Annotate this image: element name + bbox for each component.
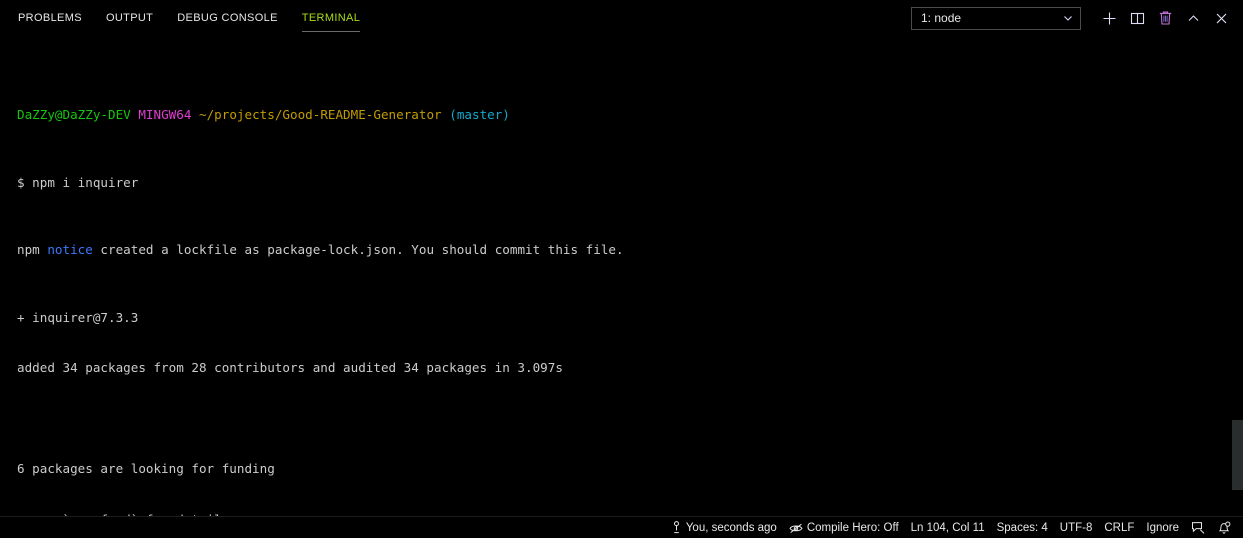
prompt-shell: MINGW64 (138, 107, 192, 123)
prompt-branch: (master) (449, 107, 510, 123)
git-blame-status[interactable]: You, seconds ago (665, 517, 783, 538)
status-bar: You, seconds ago Compile Hero: Off Ln 10… (0, 516, 1243, 538)
tab-debug-console-label: DEBUG CONSOLE (177, 12, 278, 24)
compile-hero-status[interactable]: Compile Hero: Off (783, 517, 905, 538)
tab-output-label: OUTPUT (105, 12, 154, 24)
feedback-status[interactable] (1185, 517, 1211, 538)
npm-notice-keyword: notice (47, 242, 93, 258)
tab-problems[interactable]: PROBLEMS (18, 0, 82, 36)
tab-terminal[interactable]: TERMINAL (301, 0, 361, 36)
chevron-up-icon (1186, 11, 1201, 26)
new-terminal-button[interactable] (1095, 4, 1123, 32)
encoding-status[interactable]: UTF-8 (1054, 517, 1099, 538)
terminal-npm-notice-line: npm notice created a lockfile as package… (17, 242, 1243, 259)
person-icon (671, 521, 682, 534)
plus-icon (1102, 11, 1117, 26)
tab-terminal-label: TERMINAL (301, 12, 361, 24)
terminal-funding-line: 6 packages are looking for funding (17, 461, 275, 477)
terminal-prompt-line: DaZZy@DaZZy-DEV MINGW64 ~/projects/Good-… (17, 107, 1243, 124)
terminal-blank-line-1 (17, 411, 1243, 428)
terminal-command-npm-install: $ npm i inquirer (17, 174, 139, 190)
tab-problems-label: PROBLEMS (18, 12, 82, 24)
notifications-status[interactable] (1211, 517, 1237, 538)
encoding-label: UTF-8 (1059, 521, 1093, 534)
indentation-status[interactable]: Spaces: 4 (991, 517, 1054, 538)
vscode-panel: PROBLEMS OUTPUT DEBUG CONSOLE TERMINAL 1… (0, 0, 1243, 538)
terminal-selector-dropdown[interactable]: 1: node (911, 6, 1081, 30)
panel-tab-list: PROBLEMS OUTPUT DEBUG CONSOLE TERMINAL (18, 0, 384, 36)
cursor-position-status[interactable]: Ln 104, Col 11 (905, 517, 991, 538)
npm-notice-prefix: npm (17, 242, 48, 258)
kill-terminal-button[interactable] (1151, 4, 1179, 32)
indentation-label: Spaces: 4 (996, 521, 1048, 534)
feedback-icon (1191, 521, 1205, 534)
terminal-output-area[interactable]: DaZZy@DaZZy-DEV MINGW64 ~/projects/Good-… (0, 36, 1243, 516)
git-blame-label: You, seconds ago (685, 521, 777, 534)
close-panel-button[interactable] (1207, 4, 1235, 32)
terminal-scrollbar-thumb[interactable] (1232, 420, 1243, 490)
maximize-panel-button[interactable] (1179, 4, 1207, 32)
cursor-position-label: Ln 104, Col 11 (910, 521, 985, 534)
split-panel-icon (1130, 11, 1145, 26)
close-icon (1214, 11, 1229, 26)
terminal-funding-detail-line: run `npm fund` for details (17, 512, 1243, 516)
prompt-user: DaZZy@DaZZy-DEV (17, 107, 131, 123)
language-mode-status[interactable]: Ignore (1140, 517, 1185, 538)
terminal-added-summary-line: added 34 packages from 28 contributors a… (17, 360, 563, 376)
panel-header: PROBLEMS OUTPUT DEBUG CONSOLE TERMINAL 1… (0, 0, 1243, 36)
chevron-down-icon (1062, 12, 1074, 24)
panel-header-actions: 1: node (911, 0, 1235, 36)
terminal-lines: DaZZy@DaZZy-DEV MINGW64 ~/projects/Good-… (17, 40, 1243, 516)
eol-status[interactable]: CRLF (1098, 517, 1140, 538)
tab-output[interactable]: OUTPUT (106, 0, 153, 36)
compile-hero-label: Compile Hero: Off (806, 521, 899, 534)
prompt-path: ~/projects/Good-README-Generator (199, 107, 442, 123)
split-terminal-button[interactable] (1123, 4, 1151, 32)
trash-icon (1158, 10, 1173, 26)
eol-label: CRLF (1104, 521, 1135, 534)
eye-closed-icon (789, 522, 803, 534)
tab-debug-console[interactable]: DEBUG CONSOLE (177, 0, 278, 36)
language-mode-label: Ignore (1146, 521, 1179, 534)
npm-notice-rest: created a lockfile as package-lock.json.… (92, 242, 624, 258)
terminal-added-package-line: + inquirer@7.3.3 (17, 309, 139, 325)
bell-dot-icon (1217, 521, 1231, 535)
terminal-selector-value: 1: node (921, 11, 962, 25)
